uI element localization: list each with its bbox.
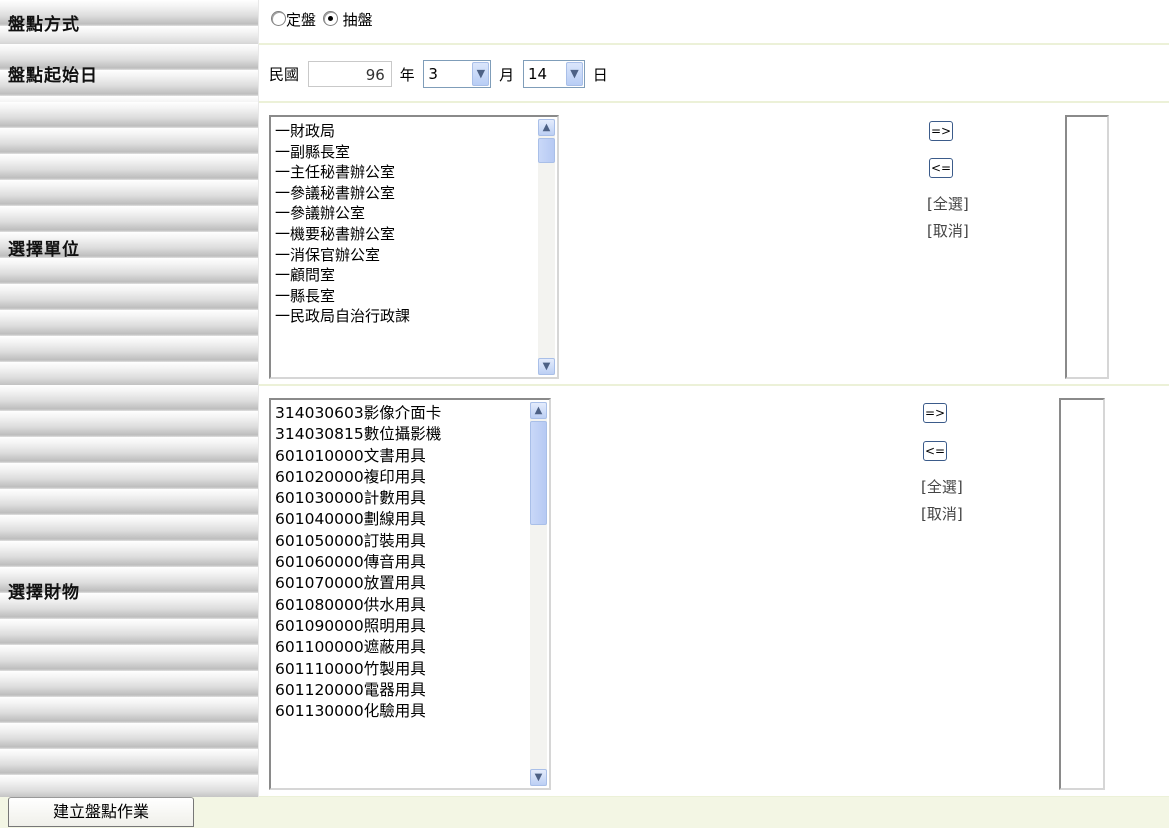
form-footer: 建立盤點作業 — [0, 797, 1169, 828]
month-unit: 月 — [499, 65, 515, 84]
start-date-label: 盤點起始日 — [8, 66, 98, 86]
asset-option[interactable]: 601060000傳音用具 — [275, 552, 441, 573]
day-dropdown-icon[interactable]: ▼ — [565, 62, 583, 86]
radio-sampling-label: 抽盤 — [342, 11, 373, 29]
units-label: 選擇單位 — [8, 240, 80, 260]
start-date-label-cell: 盤點起始日 — [0, 44, 259, 102]
units-scroll-thumb[interactable] — [538, 138, 555, 163]
remove-unit-button[interactable]: <= — [929, 158, 953, 178]
asset-option[interactable]: 601070000放置用具 — [275, 573, 441, 594]
unit-option[interactable]: 一副縣長室 — [275, 142, 410, 163]
units-listbox[interactable]: 一財政局 一副縣長室 一主任秘書辦公室 一參議秘書辦公室 一參議辦公室 一機要秘… — [269, 115, 559, 379]
asset-option[interactable]: 601090000照明用具 — [275, 616, 441, 637]
assets-scrollbar[interactable]: ▲ ▼ — [530, 402, 547, 786]
year-input[interactable]: 96 — [307, 61, 392, 87]
unit-option[interactable]: 一消保官辦公室 — [275, 245, 410, 266]
year-unit: 年 — [399, 65, 415, 84]
assets-content: 314030603影像介面卡 314030815數位攝影機 601010000文… — [259, 385, 1169, 797]
selected-assets-listbox[interactable] — [1059, 398, 1105, 790]
day-unit: 日 — [592, 65, 608, 84]
method-label-cell: 盤點方式 — [0, 0, 259, 44]
asset-option[interactable]: 601020000複印用具 — [275, 467, 441, 488]
asset-option[interactable]: 601010000文書用具 — [275, 446, 441, 467]
assets-label-cell: 選擇財物 — [0, 385, 259, 797]
month-dropdown-icon[interactable]: ▼ — [472, 62, 490, 86]
method-row: 盤點方式 定盤 抽盤 — [0, 0, 1169, 44]
units-scrollbar[interactable]: ▲ ▼ — [538, 119, 555, 375]
asset-option[interactable]: 601100000遮蔽用具 — [275, 637, 441, 658]
add-unit-button[interactable]: => — [929, 121, 953, 141]
unit-option[interactable]: 一民政局自治行政課 — [275, 306, 410, 327]
asset-option[interactable]: 601120000電器用具 — [275, 680, 441, 701]
method-content: 定盤 抽盤 — [259, 0, 1169, 44]
assets-cancel-link[interactable]: [取消] — [921, 503, 963, 524]
radio-fixed-label: 定盤 — [286, 11, 317, 29]
add-asset-button[interactable]: => — [923, 403, 947, 423]
assets-select-all-link[interactable]: [全選] — [921, 476, 963, 497]
day-value: 14 — [527, 65, 548, 83]
scroll-up-icon[interactable]: ▲ — [538, 119, 555, 136]
scroll-down-icon[interactable]: ▼ — [530, 769, 547, 786]
asset-option[interactable]: 601040000劃線用具 — [275, 509, 441, 530]
method-label: 盤點方式 — [8, 15, 80, 35]
unit-option[interactable]: 一縣長室 — [275, 286, 410, 307]
month-select[interactable]: 3 ▼ — [423, 60, 492, 88]
asset-option[interactable]: 601110000竹製用具 — [275, 659, 441, 680]
scroll-down-icon[interactable]: ▼ — [538, 358, 555, 375]
day-select[interactable]: 14 ▼ — [522, 60, 585, 88]
unit-option[interactable]: 一主任秘書辦公室 — [275, 162, 410, 183]
asset-option[interactable]: 601030000計數用具 — [275, 488, 441, 509]
assets-row: 選擇財物 314030603影像介面卡 314030815數位攝影機 60101… — [0, 385, 1169, 797]
units-content: 一財政局 一副縣長室 一主任秘書辦公室 一參議秘書辦公室 一參議辦公室 一機要秘… — [259, 102, 1169, 385]
radio-fixed[interactable] — [271, 11, 286, 26]
start-date-content: 民國 96 年 3 ▼ 月 14 ▼ 日 — [259, 44, 1169, 102]
units-cancel-link[interactable]: [取消] — [927, 220, 969, 241]
asset-option[interactable]: 601050000訂裝用具 — [275, 531, 441, 552]
asset-option[interactable]: 601130000化驗用具 — [275, 701, 441, 722]
scroll-up-icon[interactable]: ▲ — [530, 402, 547, 419]
assets-scroll-thumb[interactable] — [530, 421, 547, 525]
unit-option[interactable]: 一機要秘書辦公室 — [275, 224, 410, 245]
era-label: 民國 — [269, 65, 300, 84]
unit-option[interactable]: 一財政局 — [275, 121, 410, 142]
month-value: 3 — [428, 65, 438, 83]
assets-label: 選擇財物 — [8, 583, 80, 603]
unit-option[interactable]: 一顧問室 — [275, 265, 410, 286]
unit-option[interactable]: 一參議秘書辦公室 — [275, 183, 410, 204]
radio-sampling[interactable] — [322, 11, 338, 26]
start-date-row: 盤點起始日 民國 96 年 3 ▼ 月 14 ▼ 日 — [0, 44, 1169, 102]
unit-option[interactable]: 一參議辦公室 — [275, 203, 410, 224]
asset-option[interactable]: 314030815數位攝影機 — [275, 424, 441, 445]
selected-units-listbox[interactable] — [1065, 115, 1109, 379]
create-inventory-button[interactable]: 建立盤點作業 — [8, 797, 194, 827]
asset-option[interactable]: 601080000供水用具 — [275, 595, 441, 616]
asset-option[interactable]: 314030603影像介面卡 — [275, 403, 441, 424]
assets-listbox[interactable]: 314030603影像介面卡 314030815數位攝影機 601010000文… — [269, 398, 551, 790]
remove-asset-button[interactable]: <= — [923, 441, 947, 461]
units-label-cell: 選擇單位 — [0, 102, 259, 385]
units-select-all-link[interactable]: [全選] — [927, 193, 969, 214]
units-row: 選擇單位 一財政局 一副縣長室 一主任秘書辦公室 一參議秘書辦公室 一參議辦公室… — [0, 102, 1169, 385]
